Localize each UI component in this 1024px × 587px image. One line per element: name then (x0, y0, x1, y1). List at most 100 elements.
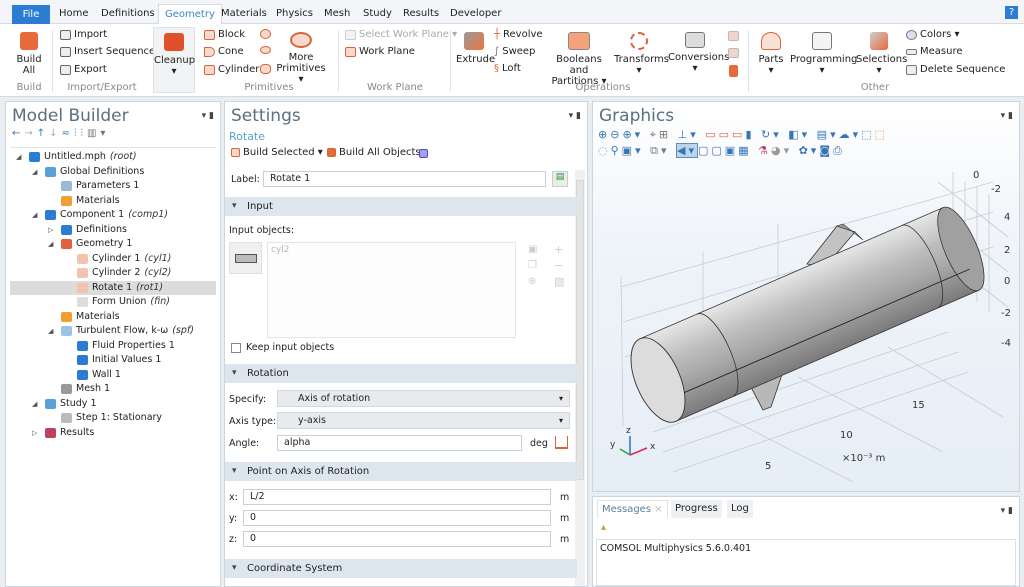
tab-log[interactable]: Log (727, 500, 753, 518)
transforms-button[interactable]: Transforms ▾ (614, 32, 669, 76)
screenshot-icon[interactable]: ◙ (819, 144, 833, 157)
lights-icon[interactable]: ☁▾ (839, 128, 862, 141)
helix-button[interactable] (260, 64, 271, 74)
tab-physics[interactable]: Physics (270, 4, 319, 24)
fillet-icon[interactable] (728, 48, 739, 58)
view-icon[interactable]: ▣▾ (622, 144, 644, 157)
find-icon[interactable]: ⚲ (611, 144, 622, 157)
cylinder-button[interactable]: Cylinder (204, 64, 259, 75)
chamfer-icon[interactable] (728, 31, 739, 41)
wireframe-icon[interactable]: ▣ (725, 144, 738, 157)
collapse-arrow-icon[interactable]: ◢ (48, 324, 53, 338)
add-icon[interactable]: + (554, 243, 563, 256)
close-icon[interactable]: × (654, 504, 662, 515)
selection-list-icon[interactable]: ⧉▾ (650, 144, 669, 157)
tab-messages[interactable]: Messages × (597, 500, 668, 518)
tree-item[interactable]: Cylinder 1 (cyl1) (10, 252, 216, 266)
hide-icon[interactable]: ◌ (598, 144, 611, 157)
sphere-button[interactable] (260, 29, 271, 39)
help-button[interactable]: ? (1005, 6, 1018, 19)
programming-button[interactable]: Programming ▾ (790, 32, 857, 76)
select-box-icon[interactable]: ⬚ (861, 128, 874, 141)
move-down-icon[interactable]: ↓ (49, 128, 61, 139)
zoom-out-icon[interactable]: ⊖ (610, 128, 622, 141)
work-plane-button[interactable]: Work Plane (345, 46, 415, 57)
zoom-selected-icon[interactable]: ⌖ (650, 128, 659, 141)
more-primitives-button[interactable]: More Primitives ▾ (276, 32, 326, 85)
loft-button[interactable]: § Loft (494, 63, 521, 74)
panel-menu-pin-icon[interactable]: ▾ ▮ (1001, 506, 1013, 516)
transparency-icon[interactable]: ⚗ (758, 144, 771, 157)
zoom-selection-icon[interactable]: ⊕ (528, 276, 536, 287)
graphics-viewport[interactable]: 0 -2 4 2 0 -2 -4 15 10 5 ×10⁻³ m z x y (593, 162, 1019, 492)
clear-selection-icon[interactable]: ▧ (554, 275, 564, 288)
remove-icon[interactable]: − (554, 259, 563, 272)
sweep-button[interactable]: ∫ Sweep (494, 46, 535, 57)
tab-study[interactable]: Study (357, 4, 398, 24)
view-3d-icon[interactable]: ▮ (745, 128, 754, 141)
block-button[interactable]: Block (204, 29, 245, 40)
scrollbar-thumb[interactable] (576, 180, 584, 480)
boundary-select-icon[interactable]: ▢ (711, 144, 724, 157)
panel-menu-pin-icon[interactable]: ▾ ▮ (569, 111, 581, 121)
tree-item[interactable]: ◢ Study 1 (10, 397, 216, 411)
forward-arrow-icon[interactable]: → (24, 128, 36, 139)
tree-item[interactable]: ◢ Global Definitions (10, 165, 216, 179)
selections-button[interactable]: Selections ▾ (856, 32, 907, 76)
tree-item[interactable]: Materials (10, 194, 216, 208)
input-objects-list[interactable]: cyl2 (267, 242, 516, 338)
tab-developer[interactable]: Developer (444, 4, 507, 24)
angle-input[interactable]: alpha (277, 435, 522, 451)
build-selected-button[interactable]: Build Selected ▾ (231, 147, 323, 158)
comment-icon[interactable]: ▤ (552, 171, 568, 187)
collapse-arrow-icon[interactable]: ◢ (32, 165, 37, 179)
coordinate-system-section-header[interactable]: Coordinate System (225, 559, 577, 578)
parts-button[interactable]: Parts ▾ (756, 32, 786, 76)
tree-item[interactable]: ◢ Geometry 1 (10, 237, 216, 251)
point-1-input[interactable]: 0 (243, 510, 551, 526)
zoom-in-icon[interactable]: ⊕ (598, 128, 610, 141)
tab-materials[interactable]: Materials (215, 4, 273, 24)
select-work-plane-button[interactable]: Select Work Plane ▾ (345, 29, 457, 40)
build-all-objects-button[interactable]: Build All Objects (327, 147, 421, 158)
build-all-button[interactable]: Build All (12, 32, 46, 76)
deselect-icon[interactable]: ⬚ (875, 128, 888, 141)
tab-mesh[interactable]: Mesh (318, 4, 356, 24)
view-xy-icon[interactable]: ▭ (705, 128, 718, 141)
print-icon[interactable]: ⎙ (833, 144, 845, 157)
booleans-partitions-button[interactable]: Booleans and Partitions ▾ (548, 32, 610, 87)
render-icon[interactable]: ▤▾ (817, 128, 839, 141)
specify-select[interactable]: Axis of rotation (277, 390, 570, 407)
select-mode-icon[interactable]: ◧▾ (788, 128, 810, 141)
grid-icon[interactable]: ▦ (738, 144, 751, 157)
measure-button[interactable]: Measure (906, 46, 963, 57)
copy-icon[interactable]: ❐ (528, 260, 537, 271)
tab-geometry[interactable]: Geometry (158, 4, 222, 24)
extrude-button[interactable]: Extrude (456, 32, 495, 65)
tree-item[interactable]: Initial Values 1 (10, 353, 216, 367)
tree-item[interactable]: ◢ Untitled.mph (root) (10, 150, 216, 164)
paste-icon[interactable]: ▣ (528, 244, 537, 255)
input-section-header[interactable]: Input (225, 197, 577, 216)
conversions-button[interactable]: Conversions ▾ (668, 32, 729, 74)
tree-item[interactable]: ◢ Component 1 (comp1) (10, 208, 216, 222)
domain-select-icon[interactable]: ▢ (698, 144, 711, 157)
view-xz-icon[interactable]: ▭ (732, 128, 745, 141)
point-2-input[interactable]: 0 (243, 531, 551, 547)
scene-light-icon[interactable]: ◕▾ (771, 144, 792, 157)
export-button[interactable]: Export (60, 64, 107, 75)
selection-toggle-button[interactable] (229, 242, 262, 274)
axis-orientation-icon[interactable]: ⊥▾ (678, 128, 699, 141)
panel-menu-pin-icon[interactable]: ▾ ▮ (1001, 111, 1013, 121)
back-arrow-icon[interactable]: ← (12, 128, 24, 139)
revolve-button[interactable]: ┼ Revolve (494, 29, 543, 40)
rotate-view-icon[interactable]: ↻▾ (761, 128, 782, 141)
tree-item[interactable]: Step 1: Stationary (10, 411, 216, 425)
import-button[interactable]: Import (60, 29, 107, 40)
panel-menu-pin-icon[interactable]: ▾ ▮ (202, 111, 214, 121)
tab-file[interactable]: File (12, 5, 50, 25)
collapse-arrow-icon[interactable]: ◢ (16, 150, 21, 164)
expand-arrow-icon[interactable]: ▷ (48, 223, 53, 237)
move-up-icon[interactable]: ↑ (37, 128, 49, 139)
collapse-arrow-icon[interactable]: ◢ (48, 237, 53, 251)
